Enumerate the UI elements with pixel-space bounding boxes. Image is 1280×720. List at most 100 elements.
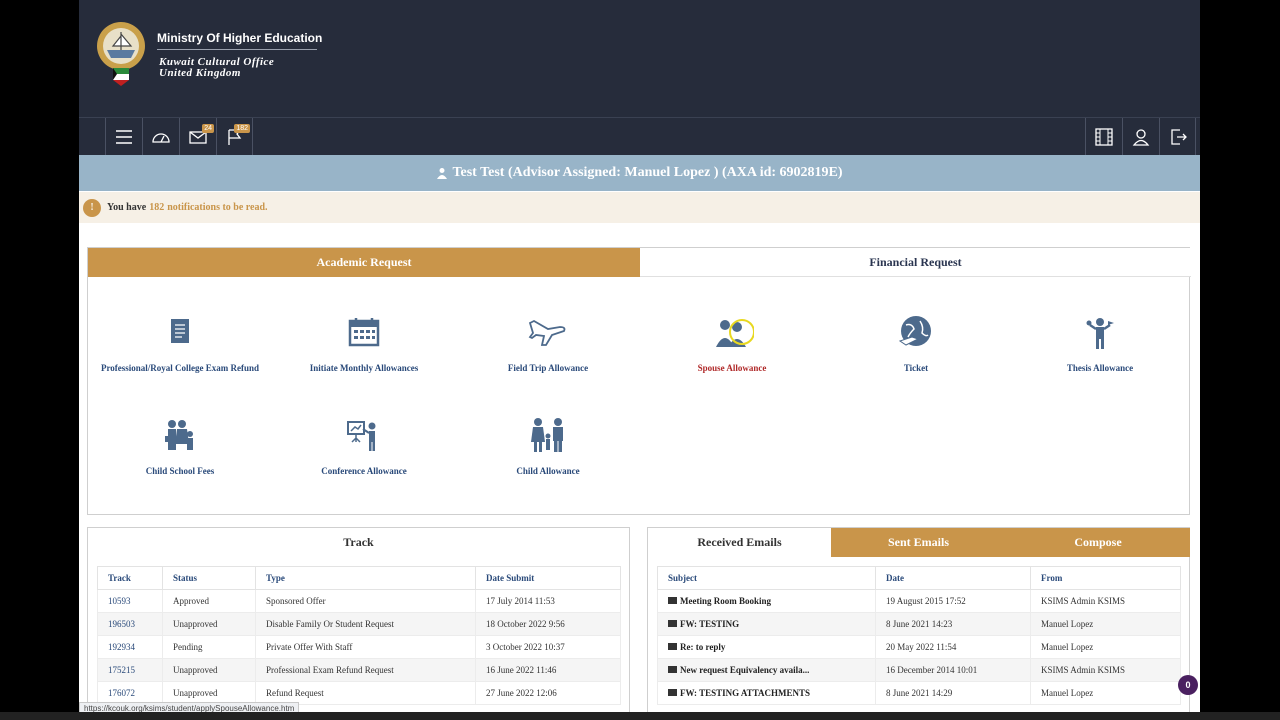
- table-row[interactable]: 10593 Approved Sponsored Offer 17 July 2…: [97, 589, 621, 613]
- logo-emblem: [91, 20, 151, 88]
- tab-compose[interactable]: Compose: [1006, 528, 1190, 557]
- header: Ministry Of Higher Education Kuwait Cult…: [79, 0, 1200, 117]
- column-header[interactable]: Subject: [657, 566, 876, 590]
- request-label: Spouse Allowance: [697, 363, 767, 373]
- email-subject[interactable]: Re: to reply: [657, 635, 876, 659]
- request-label: Thesis Allowance: [1066, 363, 1134, 373]
- request-ticket[interactable]: Ticket: [824, 311, 1008, 401]
- request-spouse-allowance[interactable]: Spouse Allowance: [640, 311, 824, 401]
- request-field-trip[interactable]: Field Trip Allowance: [456, 311, 640, 401]
- track-table: Track Status Type Date Submit 10593 Appr…: [97, 566, 621, 705]
- request-label: Child Allowance: [516, 466, 580, 476]
- notification-bar: ! You have 182 notifications to be read.: [79, 192, 1200, 223]
- parent-child-icon: [531, 418, 563, 452]
- envelope-icon: [668, 620, 677, 628]
- page: Ministry Of Higher Education Kuwait Cult…: [79, 0, 1200, 720]
- email-from: Manuel Lopez: [1030, 681, 1181, 705]
- email-from: KSIMS Admin KSIMS: [1030, 589, 1181, 613]
- email-subject-text: Meeting Room Booking: [680, 596, 771, 606]
- film-button[interactable]: [1085, 118, 1122, 155]
- table-row[interactable]: Re: to reply 20 May 2022 11:54 Manuel Lo…: [657, 635, 1181, 659]
- status-cell: Unapproved: [162, 612, 256, 636]
- request-label: Field Trip Allowance: [507, 363, 589, 373]
- tab-financial-request[interactable]: Financial Request: [640, 248, 1191, 277]
- film-icon: [1095, 127, 1113, 146]
- envelope-icon: [668, 666, 677, 674]
- speedometer-icon: [152, 132, 170, 143]
- request-conference-allowance[interactable]: Conference Allowance: [272, 414, 456, 504]
- column-header[interactable]: Track: [97, 566, 163, 590]
- type-cell: Disable Family Or Student Request: [255, 612, 476, 636]
- table-row[interactable]: 196503 Unapproved Disable Family Or Stud…: [97, 612, 621, 636]
- track-id-link[interactable]: 10593: [97, 589, 163, 613]
- notification-suffix: notifications to be read.: [167, 202, 268, 213]
- email-subject[interactable]: Meeting Room Booking: [657, 589, 876, 613]
- column-header[interactable]: Type: [255, 566, 476, 590]
- hamburger-icon: [116, 129, 132, 144]
- email-from: KSIMS Admin KSIMS: [1030, 658, 1181, 682]
- notification-count[interactable]: 182: [149, 202, 164, 213]
- logout-button[interactable]: [1159, 118, 1196, 155]
- request-child-allowance[interactable]: Child Allowance: [456, 414, 640, 504]
- table-row[interactable]: FW: TESTING 8 June 2021 14:23 Manuel Lop…: [657, 612, 1181, 636]
- notification-prefix: You have: [107, 202, 147, 213]
- menu-button[interactable]: [105, 118, 142, 155]
- flag-badge: 182: [234, 124, 250, 133]
- request-label: Initiate Monthly Allowances: [309, 363, 419, 373]
- profile-button[interactable]: [1122, 118, 1159, 155]
- toolbar: 24 182: [79, 117, 1200, 155]
- column-header[interactable]: Date Submit: [475, 566, 621, 590]
- table-row[interactable]: New request Equivalency availa... 16 Dec…: [657, 658, 1181, 682]
- email-subject[interactable]: New request Equivalency availa...: [657, 658, 876, 682]
- email-subject[interactable]: FW: TESTING: [657, 612, 876, 636]
- track-panel: Track Track Status Type Date Submit 1059…: [87, 527, 630, 720]
- date-cell: 17 July 2014 11:53: [475, 589, 621, 613]
- date-cell: 27 June 2022 12:06: [475, 681, 621, 705]
- request-exam-refund[interactable]: Professional/Royal College Exam Refund: [88, 311, 272, 401]
- mail-badge: 24: [202, 124, 214, 133]
- presentation-icon: [347, 421, 376, 451]
- track-id-link[interactable]: 175215: [97, 658, 163, 682]
- notifications-button[interactable]: 182: [216, 118, 253, 155]
- email-subject[interactable]: FW: TESTING ATTACHMENTS: [657, 681, 876, 705]
- chat-badge[interactable]: 0: [1178, 675, 1198, 695]
- track-id-link[interactable]: 192934: [97, 635, 163, 659]
- logout-icon: [1170, 128, 1187, 145]
- request-monthly-allowances[interactable]: Initiate Monthly Allowances: [272, 311, 456, 401]
- tab-academic-request[interactable]: Academic Request: [88, 248, 640, 277]
- table-row[interactable]: 192934 Pending Private Offer With Staff …: [97, 635, 621, 659]
- email-from: Manuel Lopez: [1030, 635, 1181, 659]
- messages-button[interactable]: 24: [179, 118, 216, 155]
- graduate-icon: [1086, 318, 1114, 349]
- request-label: Professional/Royal College Exam Refund: [100, 363, 260, 373]
- bottom-strip: [0, 712, 1280, 720]
- column-header[interactable]: Status: [162, 566, 256, 590]
- table-row[interactable]: 175215 Unapproved Professional Exam Refu…: [97, 658, 621, 682]
- type-cell: Professional Exam Refund Request: [255, 658, 476, 682]
- brand-divider: [157, 49, 317, 50]
- family-icon: [165, 420, 193, 450]
- dashboard-button[interactable]: [142, 118, 179, 155]
- column-header[interactable]: From: [1030, 566, 1181, 590]
- date-cell: 16 June 2022 11:46: [475, 658, 621, 682]
- request-label: Ticket: [903, 363, 929, 373]
- type-cell: Sponsored Offer: [255, 589, 476, 613]
- table-row[interactable]: Meeting Room Booking 19 August 2015 17:5…: [657, 589, 1181, 613]
- airplane-icon: [528, 319, 566, 346]
- track-id-link[interactable]: 196503: [97, 612, 163, 636]
- request-child-school-fees[interactable]: Child School Fees: [88, 414, 272, 504]
- column-header[interactable]: Date: [875, 566, 1031, 590]
- tab-sent-emails[interactable]: Sent Emails: [831, 528, 1006, 557]
- info-icon: !: [83, 198, 101, 217]
- envelope-icon: [668, 597, 677, 605]
- brand-subtitle-2: United Kingdom: [159, 67, 241, 79]
- tab-received-emails[interactable]: Received Emails: [648, 528, 831, 557]
- user-icon: [437, 168, 448, 179]
- request-thesis-allowance[interactable]: Thesis Allowance: [1008, 311, 1192, 401]
- requests-panel: Academic Request Financial Request Profe…: [87, 247, 1192, 515]
- calendar-icon: [348, 318, 380, 347]
- couple-icon: [716, 319, 754, 347]
- status-cell: Unapproved: [162, 658, 256, 682]
- email-table: Subject Date From Meeting Room Booking 1…: [657, 566, 1181, 705]
- table-row[interactable]: FW: TESTING ATTACHMENTS 8 June 2021 14:2…: [657, 681, 1181, 705]
